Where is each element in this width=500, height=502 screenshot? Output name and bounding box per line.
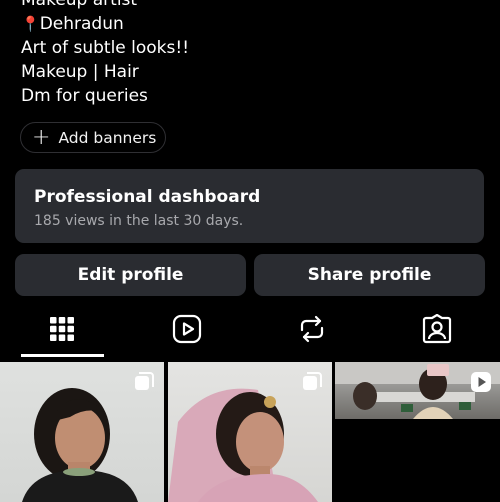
plus-icon: + xyxy=(32,124,51,150)
dashboard-subtitle: 185 views in the last 30 days. xyxy=(34,213,244,229)
dashboard-title: Professional dashboard xyxy=(34,187,261,207)
profile-content-tabs xyxy=(0,306,500,358)
post-thumbnail[interactable] xyxy=(168,362,332,502)
professional-dashboard-card[interactable]: Professional dashboard 185 views in the … xyxy=(15,169,484,243)
grid-icon xyxy=(50,317,74,341)
tab-reposts[interactable] xyxy=(252,306,372,352)
edit-profile-button[interactable]: Edit profile xyxy=(15,254,246,296)
share-profile-button[interactable]: Share profile xyxy=(254,254,485,296)
tab-posts-grid[interactable] xyxy=(2,306,122,352)
carousel-icon xyxy=(135,372,154,390)
play-icon xyxy=(471,372,491,392)
add-banners-button[interactable]: + Add banners xyxy=(20,122,166,153)
add-banners-label: Add banners xyxy=(58,128,157,147)
active-tab-indicator xyxy=(21,354,104,357)
bio-line-tagline: Art of subtle looks!! xyxy=(21,38,190,58)
post-thumbnail[interactable] xyxy=(0,362,164,502)
bio-line-services: Makeup | Hair xyxy=(21,62,139,82)
carousel-icon xyxy=(303,372,322,390)
tab-tagged[interactable] xyxy=(377,306,497,352)
reposts-icon xyxy=(300,315,324,343)
bio-line-occupation: Makeup artist xyxy=(21,0,138,10)
location-text: Dehradun xyxy=(39,14,124,34)
tagged-icon xyxy=(422,314,452,344)
post-thumbnail[interactable] xyxy=(335,362,500,419)
reels-icon xyxy=(172,314,202,344)
pin-icon: 📍 xyxy=(21,15,40,33)
bio-line-contact: Dm for queries xyxy=(21,86,148,106)
bio-line-location: 📍Dehradun xyxy=(21,12,189,36)
tab-reels[interactable] xyxy=(127,306,247,352)
profile-bio: Makeup artist 📍Dehradun Art of subtle lo… xyxy=(21,0,189,108)
